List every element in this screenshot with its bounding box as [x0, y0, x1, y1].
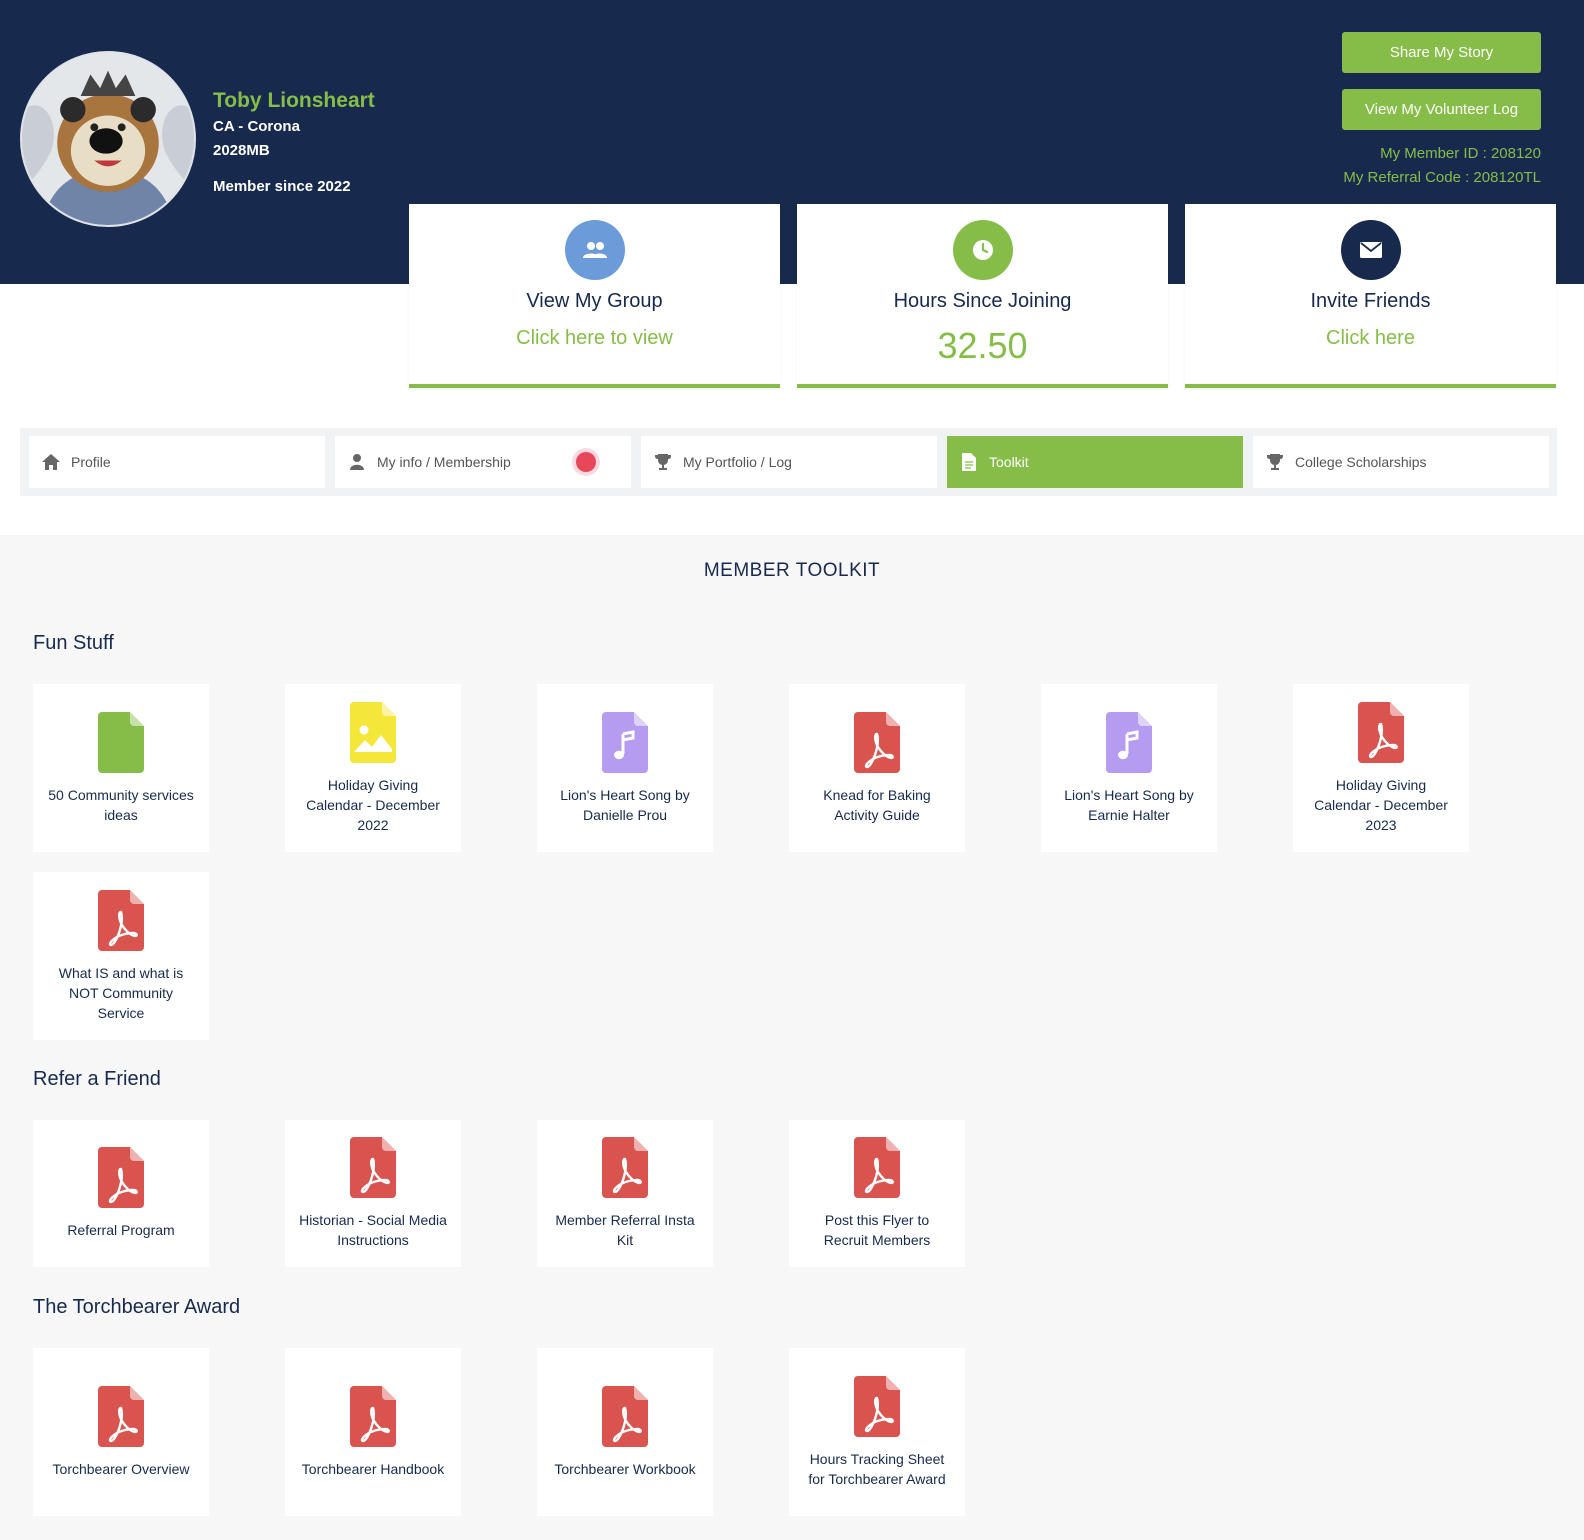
- tab-profile[interactable]: Profile: [29, 436, 325, 488]
- user-icon: [347, 452, 367, 472]
- view-group-card[interactable]: View My Group Click here to view: [409, 204, 780, 388]
- member-since: Member since 2022: [213, 178, 351, 195]
- tab-toolkit[interactable]: Toolkit: [947, 436, 1243, 488]
- file-label: Knead for Baking Activity Guide: [823, 786, 931, 823]
- pdf-icon: [98, 890, 144, 951]
- pdf-icon: [854, 1376, 900, 1437]
- toolkit-file[interactable]: Hours Tracking Sheet for Torchbearer Awa…: [789, 1348, 965, 1516]
- volunteer-log-button[interactable]: View My Volunteer Log: [1342, 89, 1541, 130]
- tab-label: Toolkit: [989, 454, 1029, 470]
- file-label: Historian - Social Media Instructions: [299, 1212, 447, 1248]
- image-file-icon: [350, 702, 396, 763]
- tab-label: Profile: [71, 454, 111, 470]
- toolkit-file[interactable]: 50 Community services ideas: [33, 684, 209, 852]
- file-label: Lion's Heart Song by Earnie Halter: [1064, 786, 1194, 823]
- toolkit-file[interactable]: Torchbearer Overview: [33, 1348, 209, 1516]
- toolkit-file[interactable]: Referral Program: [33, 1120, 209, 1267]
- toolkit-file[interactable]: Historian - Social Media Instructions: [285, 1120, 461, 1267]
- notification-dot: [576, 452, 596, 472]
- tab-label: College Scholarships: [1295, 454, 1427, 470]
- toolkit-file[interactable]: Post this Flyer to Recruit Members: [789, 1120, 965, 1267]
- invite-friends-card[interactable]: Invite Friends Click here: [1185, 204, 1556, 388]
- tab-label: My Portfolio / Log: [683, 454, 792, 470]
- file-label: Lion's Heart Song by Danielle Prou: [560, 786, 690, 823]
- toolkit-file[interactable]: Knead for Baking Activity Guide: [789, 684, 965, 852]
- file-label: 50 Community services ideas: [48, 786, 194, 823]
- music-file-icon: [1106, 712, 1152, 773]
- trophy-icon: [1265, 452, 1285, 472]
- music-file-icon: [602, 712, 648, 773]
- clock-icon: [952, 220, 1013, 280]
- pdf-icon: [1358, 702, 1404, 763]
- member-id: My Member ID : 208120: [1380, 145, 1541, 162]
- file-label: Holiday Giving Calendar - December 2023: [1314, 776, 1448, 833]
- toolkit-file[interactable]: Torchbearer Handbook: [285, 1348, 461, 1516]
- pdf-icon: [854, 712, 900, 773]
- file-label: Member Referral Insta Kit: [555, 1212, 695, 1248]
- toolkit-file[interactable]: What IS and what is NOT Community Servic…: [33, 872, 209, 1040]
- pdf-icon: [602, 1137, 648, 1198]
- hours-value: 32.50: [937, 325, 1028, 366]
- card-title: View My Group: [526, 290, 663, 312]
- member-toolkit: MEMBER TOOLKIT Fun Stuff 50 Community se…: [0, 535, 1584, 1540]
- section-title-refer-a-friend: Refer a Friend: [33, 1068, 161, 1090]
- home-icon: [41, 452, 61, 472]
- profile-code: 2028MB: [213, 142, 270, 159]
- document-icon: [98, 712, 144, 773]
- file-label: Post this Flyer to Recruit Members: [823, 1212, 931, 1248]
- section-title-fun-stuff: Fun Stuff: [33, 632, 114, 654]
- toolkit-file[interactable]: Holiday Giving Calendar - December 2022: [285, 684, 461, 852]
- file-label: Torchbearer Workbook: [554, 1460, 696, 1477]
- share-story-button[interactable]: Share My Story: [1342, 32, 1541, 73]
- section-title-torchbearer-award: The Torchbearer Award: [33, 1296, 241, 1318]
- invite-friends-link[interactable]: Click here: [1185, 327, 1556, 350]
- tab-my-info-membership[interactable]: My info / Membership: [335, 436, 631, 488]
- card-title: Invite Friends: [1310, 290, 1431, 312]
- hours-card: Hours Since Joining 32.50: [797, 204, 1168, 388]
- toolkit-file[interactable]: Lion's Heart Song by Danielle Prou: [537, 684, 713, 852]
- pdf-icon: [98, 1386, 144, 1447]
- lion-mascot-image: [22, 53, 194, 225]
- file-label: Holiday Giving Calendar - December 2022: [306, 776, 440, 833]
- file-label: What IS and what is NOT Community Servic…: [58, 964, 184, 1021]
- file-label: Referral Program: [67, 1222, 175, 1238]
- profile-tabs: Profile My info / Membership My Portfoli…: [20, 428, 1557, 496]
- tab-my-portfolio-log[interactable]: My Portfolio / Log: [641, 436, 937, 488]
- profile-location: CA - Corona: [213, 118, 300, 135]
- toolkit-title: MEMBER TOOLKIT: [703, 560, 881, 581]
- document-icon: [959, 452, 979, 472]
- tab-label: My info / Membership: [377, 454, 511, 470]
- view-group-link[interactable]: Click here to view: [409, 327, 780, 350]
- pdf-icon: [98, 1147, 144, 1208]
- toolkit-file[interactable]: Holiday Giving Calendar - December 2023: [1293, 684, 1469, 852]
- referral-code: My Referral Code : 208120TL: [1343, 169, 1541, 186]
- toolkit-file[interactable]: Member Referral Insta Kit: [537, 1120, 713, 1267]
- pdf-icon: [854, 1137, 900, 1198]
- envelope-icon: [1340, 220, 1401, 280]
- avatar: [20, 51, 196, 227]
- tab-college-scholarships[interactable]: College Scholarships: [1253, 436, 1549, 488]
- pdf-icon: [602, 1386, 648, 1447]
- file-label: Torchbearer Overview: [52, 1460, 190, 1477]
- card-title: Hours Since Joining: [893, 290, 1072, 312]
- file-label: Torchbearer Handbook: [301, 1460, 445, 1477]
- toolkit-file[interactable]: Torchbearer Workbook: [537, 1348, 713, 1516]
- users-icon: [564, 220, 625, 280]
- toolkit-file[interactable]: Lion's Heart Song by Earnie Halter: [1041, 684, 1217, 852]
- profile-name: Toby Lionsheart: [213, 89, 375, 112]
- file-label: Hours Tracking Sheet for Torchbearer Awa…: [808, 1450, 946, 1487]
- pdf-icon: [350, 1137, 396, 1198]
- pdf-icon: [350, 1386, 396, 1447]
- trophy-icon: [653, 452, 673, 472]
